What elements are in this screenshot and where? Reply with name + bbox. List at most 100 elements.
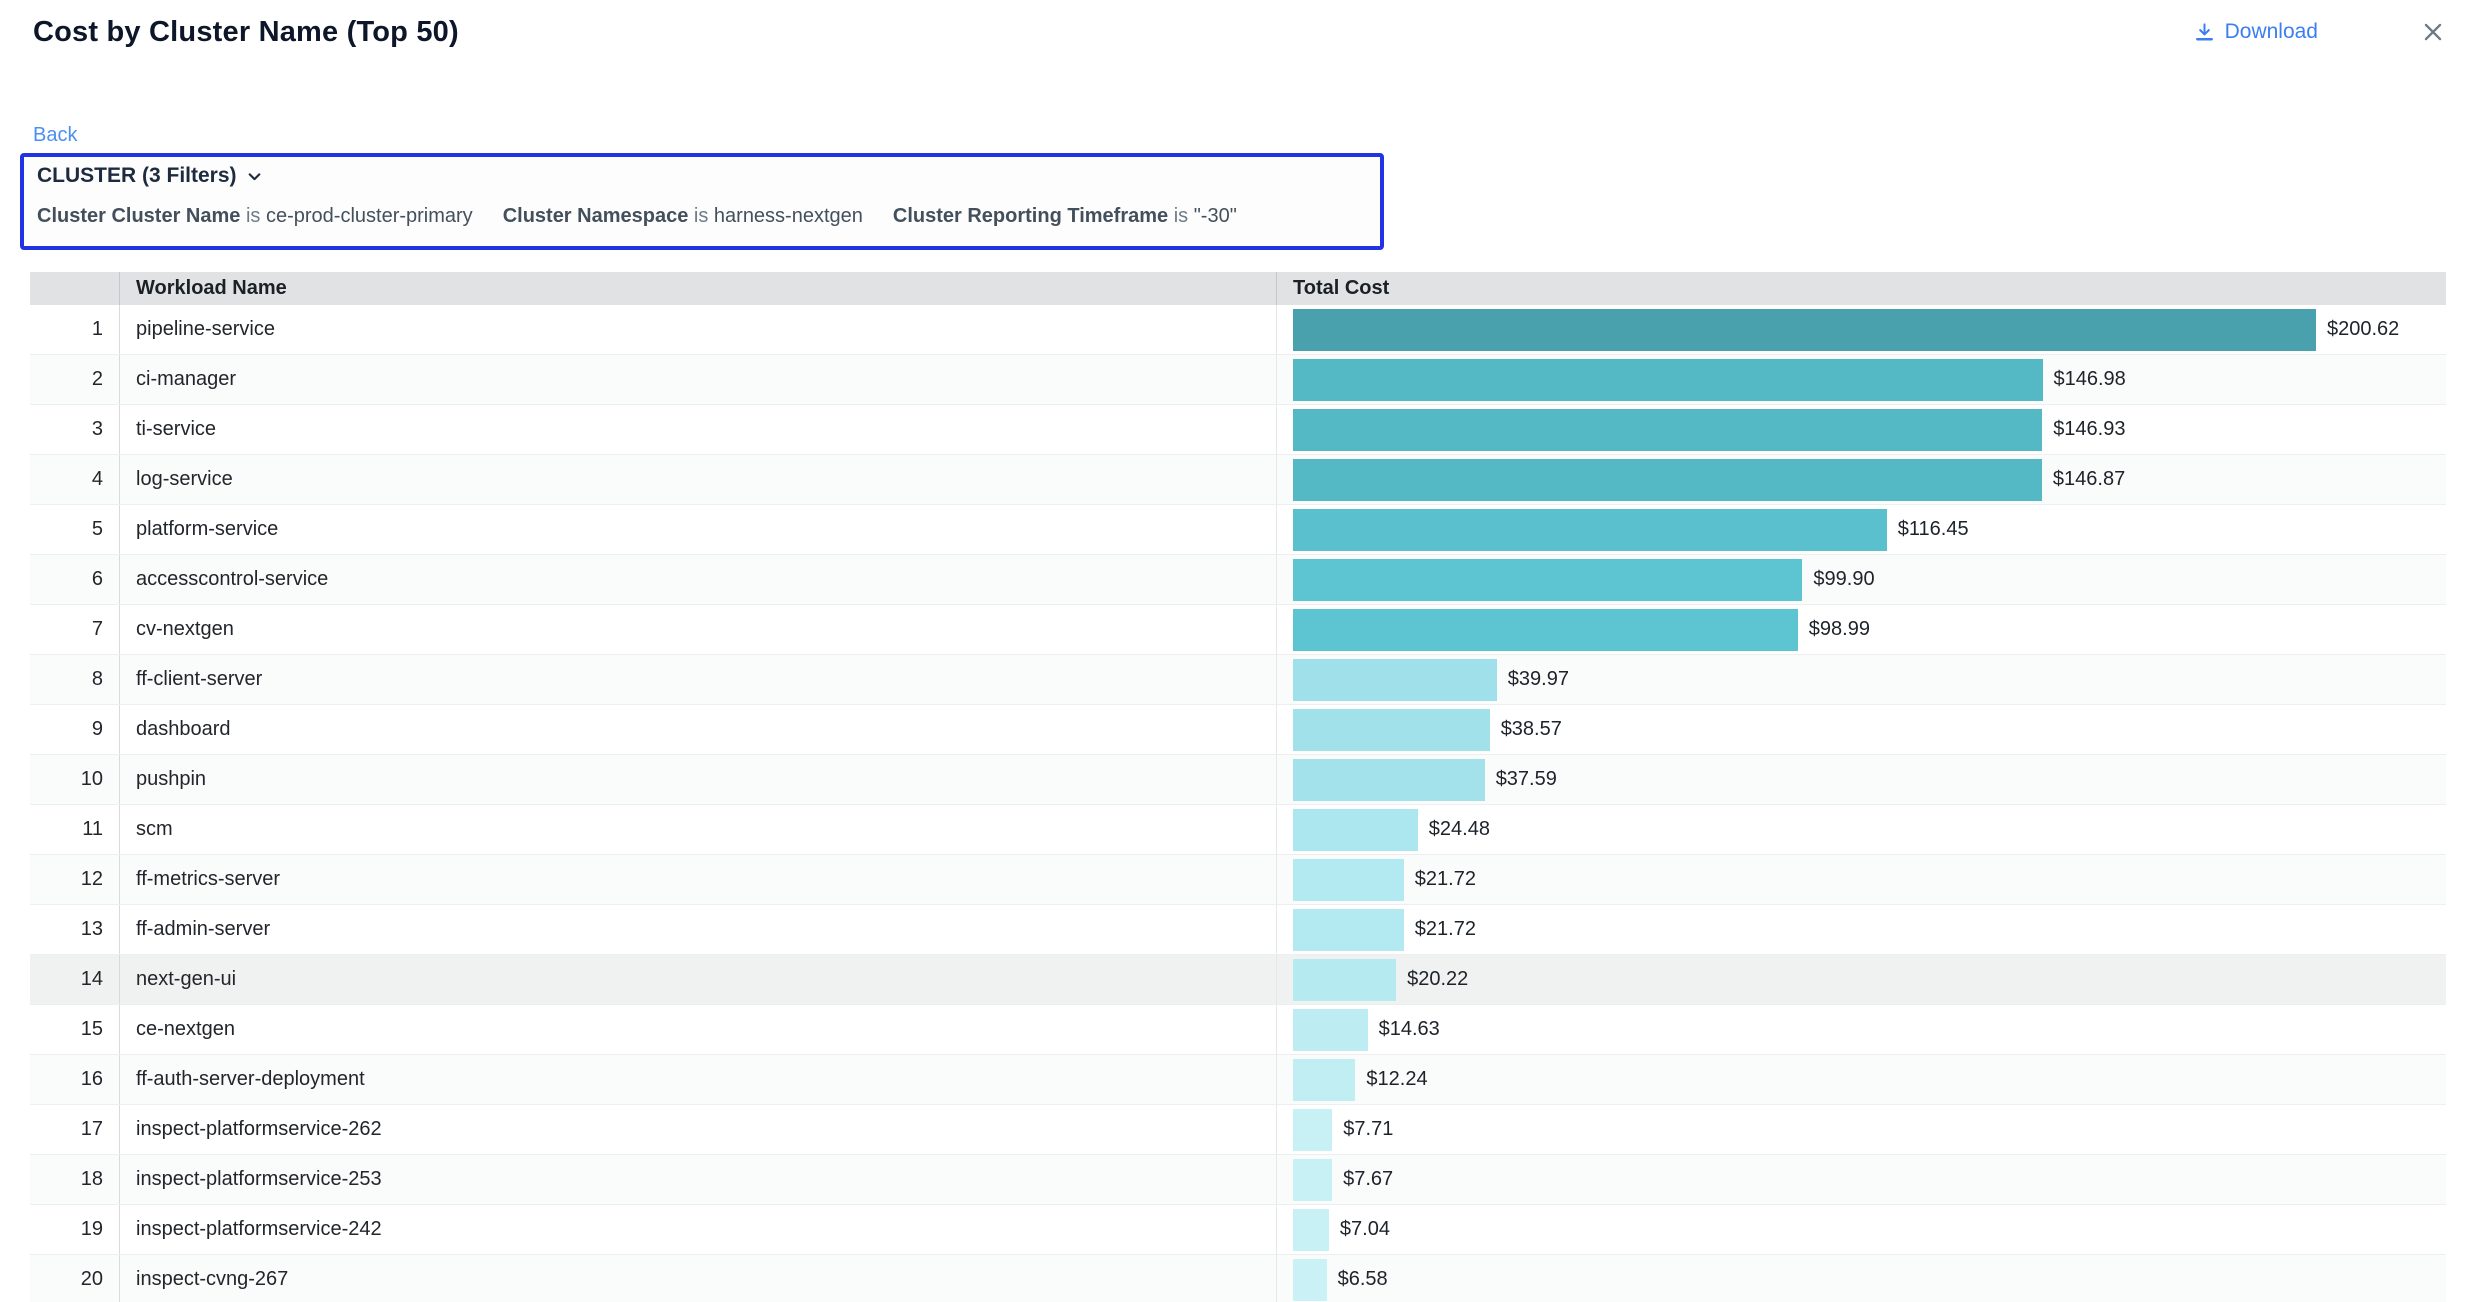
- cost-bar: [1293, 659, 1497, 701]
- table-row: 10 pushpin $37.59: [30, 755, 2446, 805]
- cost-bar: [1293, 1209, 1329, 1251]
- row-rank: 9: [30, 705, 120, 754]
- cost-bar: [1293, 609, 1798, 651]
- cost-value-label: $14.63: [1379, 1018, 1440, 1041]
- table-row: 16 ff-auth-server-deployment $12.24: [30, 1055, 2446, 1105]
- table-row: 14 next-gen-ui $20.22: [30, 955, 2446, 1005]
- table-row: 6 accesscontrol-service $99.90: [30, 555, 2446, 605]
- filter-value: harness-nextgen: [714, 205, 863, 227]
- workload-name-cell: inspect-platformservice-262: [120, 1105, 1276, 1154]
- filter-summary-dropdown[interactable]: CLUSTER (3 Filters): [37, 164, 263, 188]
- table-row: 13 ff-admin-server $21.72: [30, 905, 2446, 955]
- cost-value-label: $6.58: [1338, 1268, 1388, 1291]
- total-cost-cell: $14.63: [1276, 1005, 2446, 1054]
- filter-item-reporting-timeframe[interactable]: Cluster Reporting Timeframe is "-30": [893, 205, 1237, 228]
- cost-value-label: $146.87: [2053, 468, 2125, 491]
- cost-value-label: $146.98: [2054, 368, 2126, 391]
- workload-name-cell: ci-manager: [120, 355, 1276, 404]
- row-rank: 5: [30, 505, 120, 554]
- download-button[interactable]: Download: [2193, 20, 2318, 44]
- total-cost-cell: $146.87: [1276, 455, 2446, 504]
- row-rank: 20: [30, 1255, 120, 1302]
- workload-name-cell: pipeline-service: [120, 305, 1276, 354]
- cost-value-label: $200.62: [2327, 318, 2399, 341]
- row-rank: 8: [30, 655, 120, 704]
- total-cost-cell: $146.93: [1276, 405, 2446, 454]
- cost-bar: [1293, 709, 1490, 751]
- workload-name-cell: ff-client-server: [120, 655, 1276, 704]
- cost-bar: [1293, 859, 1404, 901]
- workload-name-cell: inspect-platformservice-242: [120, 1205, 1276, 1254]
- table-row: 17 inspect-platformservice-262 $7.71: [30, 1105, 2446, 1155]
- total-cost-cell: $12.24: [1276, 1055, 2446, 1104]
- filter-item-namespace[interactable]: Cluster Namespace is harness-nextgen: [503, 205, 863, 228]
- top-bar: Cost by Cluster Name (Top 50) Download: [0, 0, 2470, 64]
- back-link[interactable]: Back: [33, 124, 77, 147]
- cost-value-label: $21.72: [1415, 868, 1476, 891]
- cost-bar: [1293, 1159, 1332, 1201]
- total-cost-cell: $6.58: [1276, 1255, 2446, 1302]
- table-row: 8 ff-client-server $39.97: [30, 655, 2446, 705]
- row-rank: 1: [30, 305, 120, 354]
- row-rank: 2: [30, 355, 120, 404]
- download-icon: [2193, 21, 2216, 44]
- total-cost-cell: $116.45: [1276, 505, 2446, 554]
- cost-value-label: $98.99: [1809, 618, 1870, 641]
- filter-operator: is: [694, 205, 714, 227]
- table-row: 11 scm $24.48: [30, 805, 2446, 855]
- total-cost-cell: $7.04: [1276, 1205, 2446, 1254]
- cost-value-label: $146.93: [2053, 418, 2125, 441]
- cost-bar: [1293, 1009, 1368, 1051]
- total-cost-cell: $7.67: [1276, 1155, 2446, 1204]
- cost-value-label: $12.24: [1366, 1068, 1427, 1091]
- total-cost-cell: $21.72: [1276, 905, 2446, 954]
- table-row: 18 inspect-platformservice-253 $7.67: [30, 1155, 2446, 1205]
- table-body: 1 pipeline-service $200.62 2 ci-manager …: [30, 305, 2446, 1302]
- filter-value: "-30": [1194, 205, 1237, 227]
- cost-bar: [1293, 309, 2316, 351]
- total-cost-cell: $20.22: [1276, 955, 2446, 1004]
- filter-row: Cluster Cluster Name is ce-prod-cluster-…: [37, 205, 1370, 228]
- filter-operator: is: [246, 205, 266, 227]
- cost-bar: [1293, 959, 1396, 1001]
- cost-value-label: $7.67: [1343, 1168, 1393, 1191]
- header-index-column: [30, 272, 120, 305]
- cost-value-label: $7.04: [1340, 1218, 1390, 1241]
- top-actions: Download: [2193, 19, 2446, 45]
- close-button[interactable]: [2420, 19, 2446, 45]
- workload-name-cell: ff-metrics-server: [120, 855, 1276, 904]
- filter-item-cluster-name[interactable]: Cluster Cluster Name is ce-prod-cluster-…: [37, 205, 473, 228]
- cost-bar: [1293, 809, 1418, 851]
- cost-bar: [1293, 459, 2042, 501]
- table-row: 4 log-service $146.87: [30, 455, 2446, 505]
- header-total-cost: Total Cost: [1276, 272, 2446, 305]
- row-rank: 13: [30, 905, 120, 954]
- cost-bar: [1293, 359, 2043, 401]
- total-cost-cell: $39.97: [1276, 655, 2446, 704]
- close-icon: [2420, 19, 2446, 45]
- cost-bar: [1293, 1259, 1327, 1301]
- workload-name-cell: cv-nextgen: [120, 605, 1276, 654]
- row-rank: 10: [30, 755, 120, 804]
- row-rank: 16: [30, 1055, 120, 1104]
- row-rank: 12: [30, 855, 120, 904]
- total-cost-cell: $37.59: [1276, 755, 2446, 804]
- filter-field: Cluster Cluster Name: [37, 205, 240, 227]
- workload-name-cell: inspect-platformservice-253: [120, 1155, 1276, 1204]
- header-workload-name: Workload Name: [120, 272, 1276, 305]
- row-rank: 3: [30, 405, 120, 454]
- cost-bar: [1293, 409, 2042, 451]
- table-row: 2 ci-manager $146.98: [30, 355, 2446, 405]
- workload-name-cell: ti-service: [120, 405, 1276, 454]
- chevron-down-icon: [246, 168, 263, 185]
- cost-value-label: $99.90: [1813, 568, 1874, 591]
- table-row: 7 cv-nextgen $98.99: [30, 605, 2446, 655]
- workload-name-cell: next-gen-ui: [120, 955, 1276, 1004]
- total-cost-cell: $99.90: [1276, 555, 2446, 604]
- cost-value-label: $116.45: [1898, 518, 1969, 541]
- total-cost-cell: $21.72: [1276, 855, 2446, 904]
- table-row: 5 platform-service $116.45: [30, 505, 2446, 555]
- cost-bar: [1293, 1059, 1355, 1101]
- cost-value-label: $7.71: [1343, 1118, 1393, 1141]
- cost-table: Workload Name Total Cost 1 pipeline-serv…: [30, 272, 2446, 1302]
